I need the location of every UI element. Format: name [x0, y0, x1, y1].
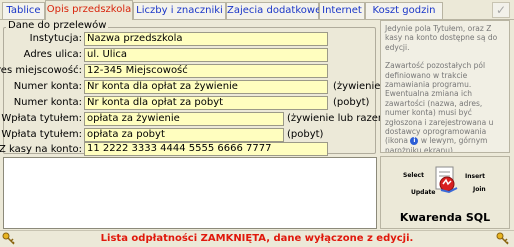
- suffix-wplata-pobyt: (pobyt): [287, 129, 324, 140]
- suffix-zywienie: (żywienie): [333, 81, 385, 92]
- suffix-pobyt: (pobyt): [333, 97, 370, 108]
- label-numer-konta-pobyt: Numer konta:: [13, 97, 82, 108]
- check-icon: ✓: [495, 3, 507, 17]
- label-adres-miejscowosc: Adres miejscowość:: [0, 65, 82, 76]
- status-text: Lista odpłatności ZAMKNIĘTA, dane wyłącz…: [100, 233, 414, 244]
- logo-word-insert: Insert: [465, 173, 485, 180]
- tab-bar: Tablice Opis przedszkola Liczby i znaczn…: [0, 0, 514, 20]
- tab-koszt-godzin[interactable]: Koszt godzin: [365, 2, 443, 19]
- info-panel: Jedynie pola Tytułem, oraz Z kasy na kon…: [380, 20, 510, 153]
- tab-tablice[interactable]: Tablice: [2, 2, 45, 19]
- label-instytucja: Instytucja:: [29, 33, 82, 44]
- logo-title: Kwarenda SQL: [399, 211, 491, 224]
- z-kasy-field[interactable]: 11 2222 3333 4444 5555 6666 7777: [84, 142, 328, 156]
- key-icon-right[interactable]: [496, 232, 510, 246]
- memo-textarea[interactable]: [3, 157, 377, 229]
- tab-opis-przedszkola[interactable]: Opis przedszkola: [45, 0, 133, 20]
- label-wplata-zywienie: Wpłata tytułem:: [1, 113, 82, 124]
- adres-ulica-field[interactable]: ul. Ulica: [84, 48, 328, 62]
- database-document-icon: [435, 166, 458, 194]
- label-wplata-pobyt: Wpłata tytułem:: [1, 129, 82, 140]
- info-icon: i: [410, 137, 419, 146]
- numer-konta-zywienie-field[interactable]: Nr konta dla opłat za żywienie: [84, 80, 328, 94]
- logo-word-update: Update: [411, 189, 436, 196]
- adres-miejscowosc-field[interactable]: 12-345 Miejscowość: [84, 64, 328, 78]
- label-adres-ulica: Adres ulica:: [23, 49, 82, 60]
- info-paragraph-1: Jedynie pola Tytułem, oraz Z kasy na kon…: [385, 24, 498, 52]
- wplata-zywienie-field[interactable]: opłata za żywienie: [84, 112, 284, 126]
- logo-word-select: Select: [403, 172, 424, 179]
- numer-konta-pobyt-field[interactable]: Nr konta dla opłat za pobyt: [84, 96, 328, 110]
- info-paragraph-2: Zawartość pozostałych pól definiowano w …: [385, 61, 494, 153]
- tab-liczby-i-znaczniki[interactable]: Liczby i znaczniki: [133, 2, 226, 19]
- label-numer-konta-zywienie: Numer konta:: [13, 81, 82, 92]
- label-z-kasy: Z kasy na konto:: [0, 144, 82, 155]
- group-title: Dane do przelewów: [6, 20, 109, 32]
- tab-zajecia-dodatkowe[interactable]: Zajecia dodatkowe: [226, 2, 321, 19]
- instytucja-field[interactable]: Nazwa przedszkola: [84, 32, 328, 46]
- status-bar: Lista odpłatności ZAMKNIĘTA, dane wyłącz…: [0, 230, 514, 247]
- check-button[interactable]: ✓: [492, 2, 510, 18]
- suffix-zywienie-lub-razem: (żywienie lub razem): [287, 113, 392, 124]
- tab-internet[interactable]: Internet: [319, 2, 365, 19]
- logo-word-join: Join: [473, 186, 486, 193]
- wplata-pobyt-field[interactable]: opłata za pobyt: [84, 128, 284, 142]
- kwarenda-logo-panel[interactable]: Select Insert Join Update Kwarenda SQL: [380, 156, 510, 229]
